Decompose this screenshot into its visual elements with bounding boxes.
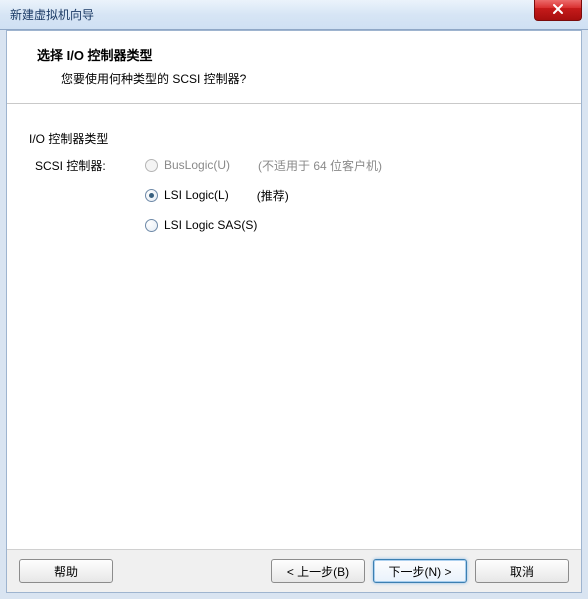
wizard-header: 选择 I/O 控制器类型 您要使用何种类型的 SCSI 控制器?	[7, 31, 581, 104]
cancel-button[interactable]: 取消	[475, 559, 569, 583]
option-buslogic-note: (不适用于 64 位客户机)	[258, 157, 382, 174]
scsi-row: SCSI 控制器: BusLogic(U) (不适用于 64 位客户机) LSI…	[29, 155, 561, 235]
wizard-step-subtitle: 您要使用何种类型的 SCSI 控制器?	[37, 70, 561, 87]
radio-buslogic	[145, 159, 158, 172]
scsi-label: SCSI 控制器:	[29, 155, 145, 174]
wizard-window: 新建虚拟机向导 选择 I/O 控制器类型 您要使用何种类型的 SCSI 控制器?…	[0, 0, 588, 599]
radio-lsisas[interactable]	[145, 219, 158, 232]
wizard-step-title: 选择 I/O 控制器类型	[37, 45, 561, 64]
option-buslogic-label: BusLogic(U)	[164, 158, 230, 172]
section-label: I/O 控制器类型	[29, 130, 561, 147]
wizard-footer: 帮助 < 上一步(B) 下一步(N) > 取消	[7, 549, 581, 592]
option-lsilogic-note: (推荐)	[257, 187, 289, 204]
client-area: 选择 I/O 控制器类型 您要使用何种类型的 SCSI 控制器? I/O 控制器…	[6, 30, 582, 593]
title-bar: 新建虚拟机向导	[0, 0, 588, 30]
option-lsilogic-label: LSI Logic(L)	[164, 188, 229, 202]
back-button[interactable]: < 上一步(B)	[271, 559, 365, 583]
option-lsisas[interactable]: LSI Logic SAS(S)	[145, 215, 382, 235]
option-lsisas-label: LSI Logic SAS(S)	[164, 218, 257, 232]
close-icon	[552, 3, 564, 15]
option-buslogic: BusLogic(U) (不适用于 64 位客户机)	[145, 155, 382, 175]
scsi-options: BusLogic(U) (不适用于 64 位客户机) LSI Logic(L) …	[145, 155, 382, 235]
wizard-body: I/O 控制器类型 SCSI 控制器: BusLogic(U) (不适用于 64…	[7, 104, 581, 247]
radio-lsilogic[interactable]	[145, 189, 158, 202]
close-button[interactable]	[534, 0, 582, 21]
next-button[interactable]: 下一步(N) >	[373, 559, 467, 583]
option-lsilogic[interactable]: LSI Logic(L) (推荐)	[145, 185, 382, 205]
help-button[interactable]: 帮助	[19, 559, 113, 583]
window-title: 新建虚拟机向导	[10, 6, 94, 23]
